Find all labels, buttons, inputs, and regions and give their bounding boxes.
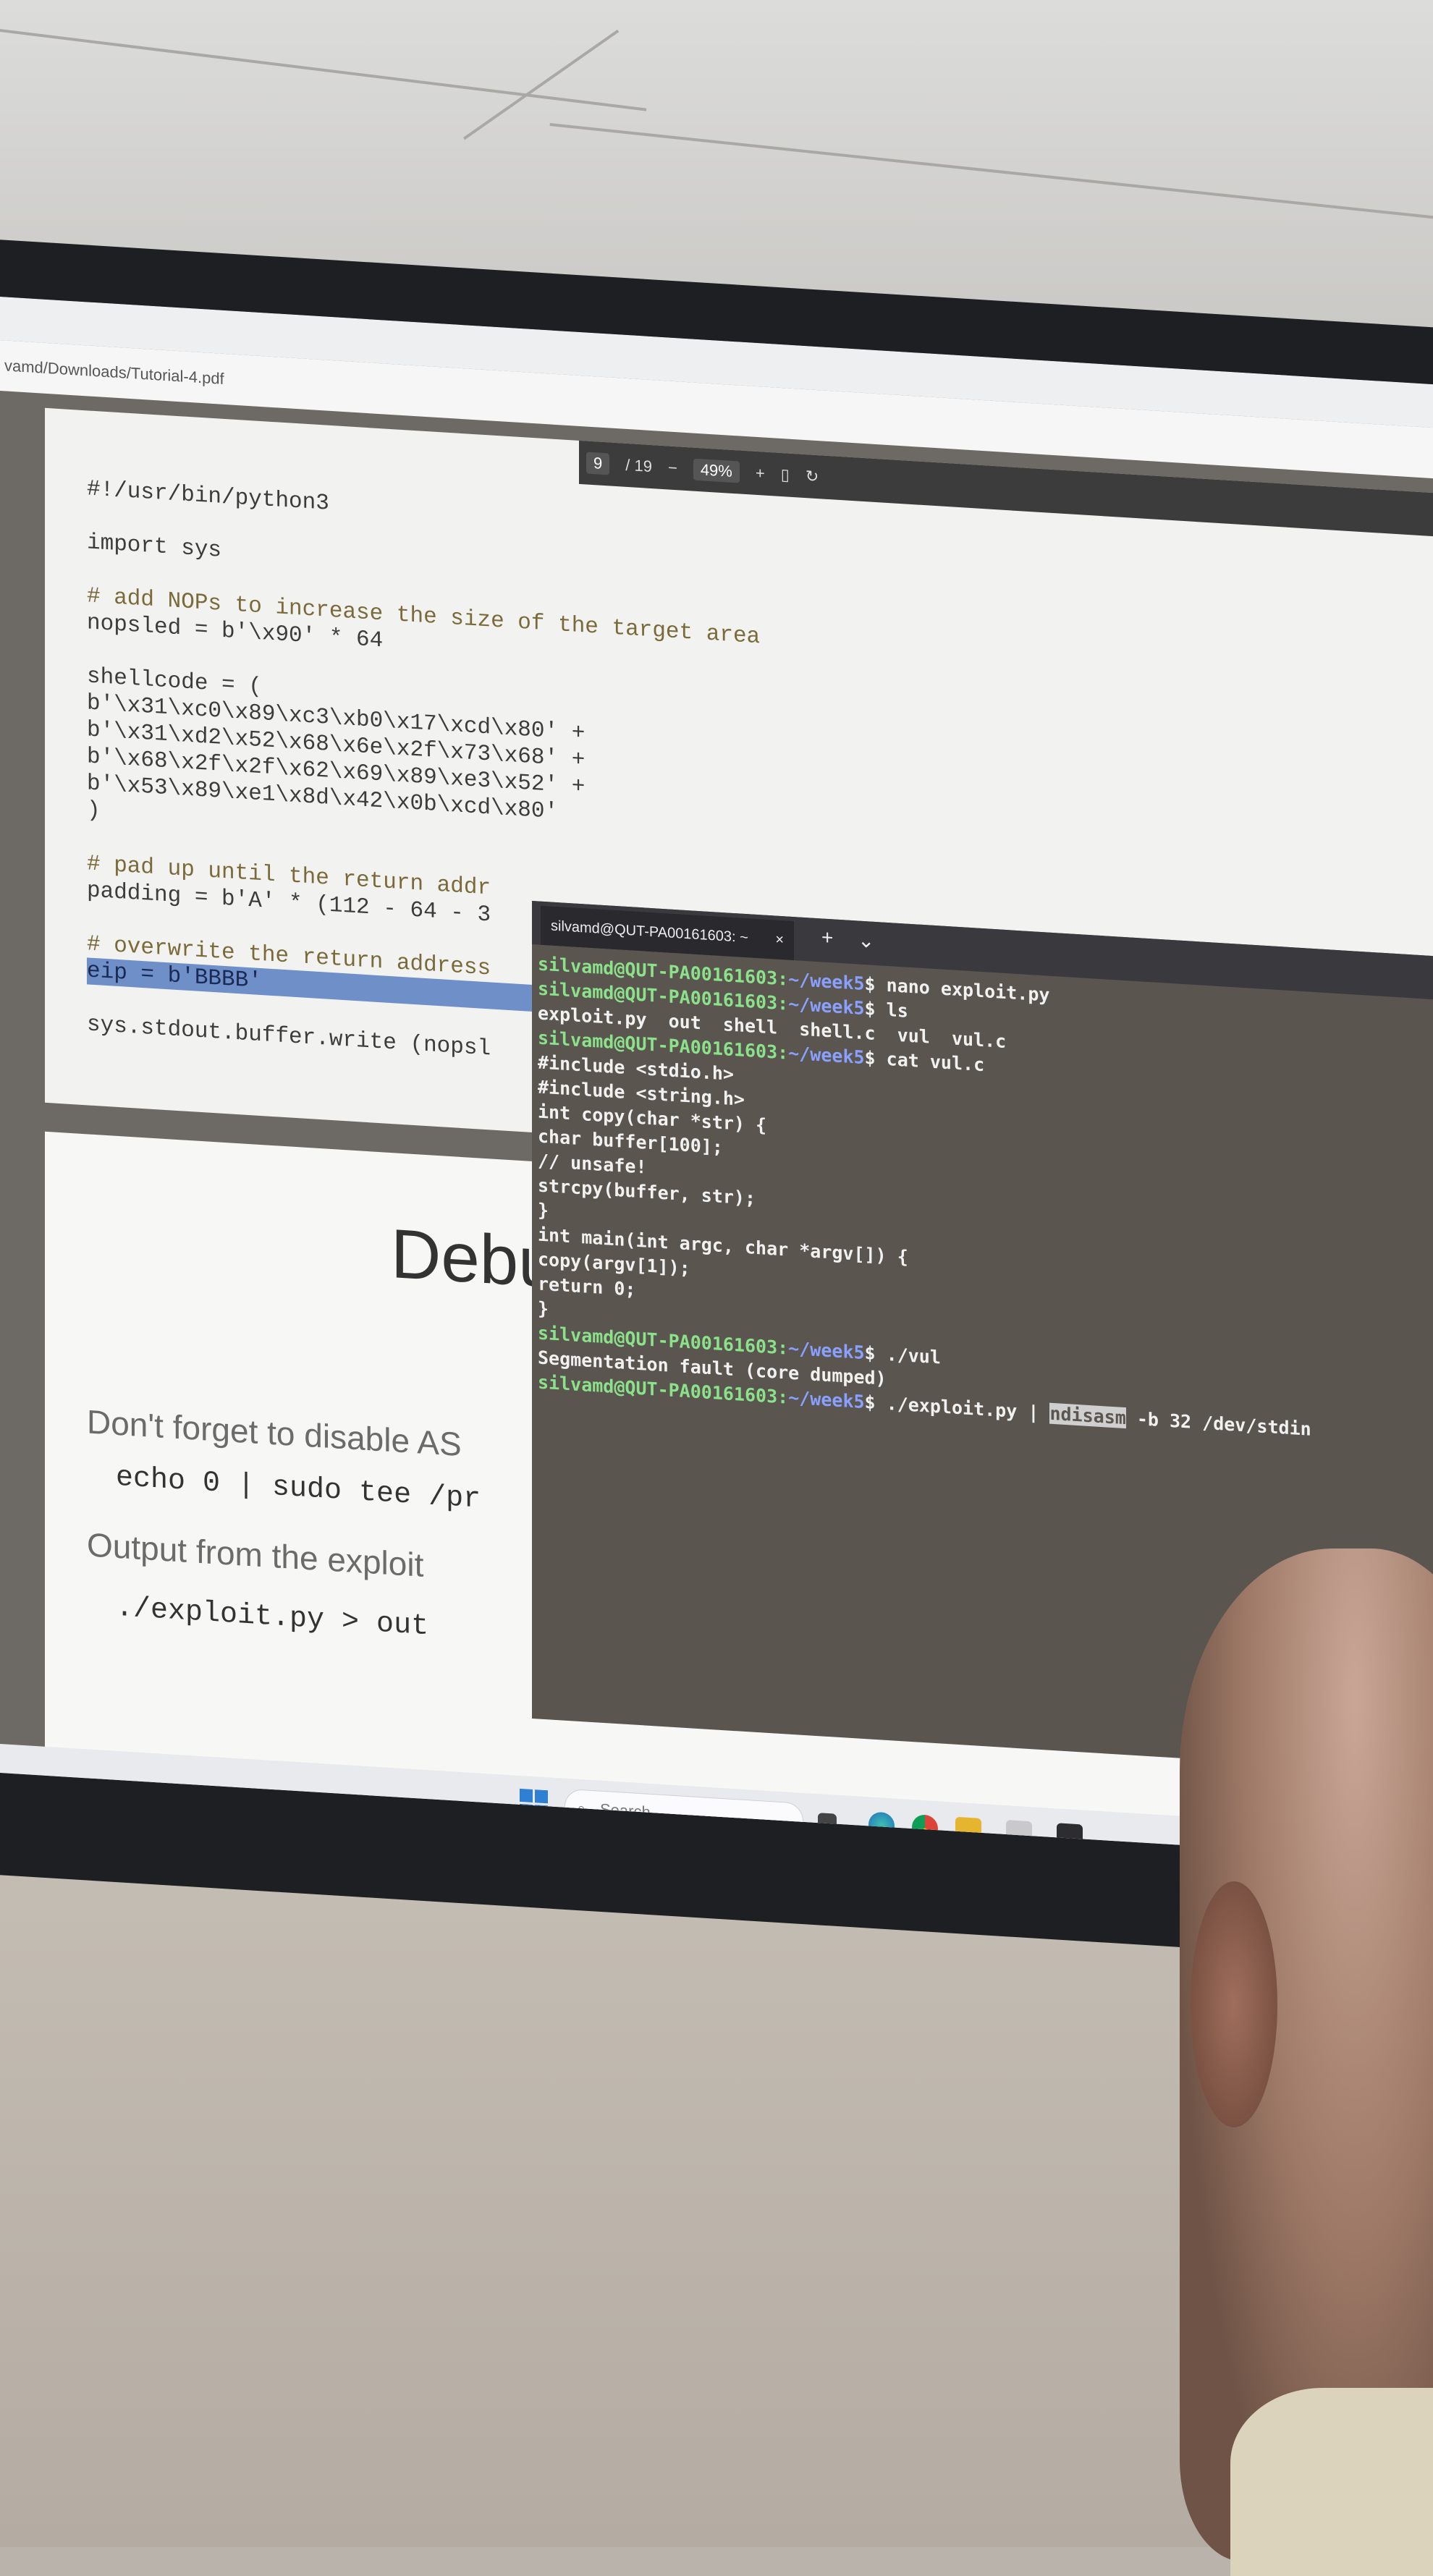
audience-member-ear: [1191, 1881, 1277, 2127]
zoom-in-button[interactable]: +: [756, 464, 765, 483]
prompt-path: ~/week5: [788, 1386, 865, 1413]
page-total: / 19: [625, 455, 652, 476]
close-tab-icon[interactable]: ×: [775, 920, 784, 960]
prompt-path: ~/week5: [788, 1337, 865, 1364]
prompt-path: ~/week5: [788, 1042, 865, 1069]
terminal-output[interactable]: silvamd@QUT-PA00161603:~/week5$ nano exp…: [538, 952, 1311, 1441]
page-number-input[interactable]: 9: [586, 452, 610, 475]
ceiling-tile-line: [463, 29, 620, 140]
audience-member-shirt: [1230, 2388, 1433, 2576]
command-text: cat vul.c: [886, 1048, 985, 1076]
prompt-path: ~/week5: [788, 993, 865, 1020]
ceiling-tile-line: [549, 123, 1433, 224]
command-text: ./vul: [886, 1343, 941, 1368]
zoom-level[interactable]: 49%: [693, 458, 740, 483]
zoom-out-button[interactable]: −: [668, 458, 677, 478]
fit-page-icon[interactable]: ▯: [781, 465, 790, 485]
new-tab-button[interactable]: +: [821, 925, 833, 949]
rotate-icon[interactable]: ↻: [806, 467, 819, 486]
terminal-tab-title: silvamd@QUT-PA00161603: ~: [551, 918, 748, 946]
ceiling-tile-line: [0, 29, 647, 111]
selected-text: ndisasm: [1049, 1402, 1126, 1429]
terminal-tab[interactable]: silvamd@QUT-PA00161603: ~ ×: [541, 905, 794, 961]
prompt-path: ~/week5: [788, 968, 865, 995]
tab-dropdown-icon[interactable]: ⌄: [858, 928, 874, 952]
command-text: ls: [886, 999, 908, 1022]
